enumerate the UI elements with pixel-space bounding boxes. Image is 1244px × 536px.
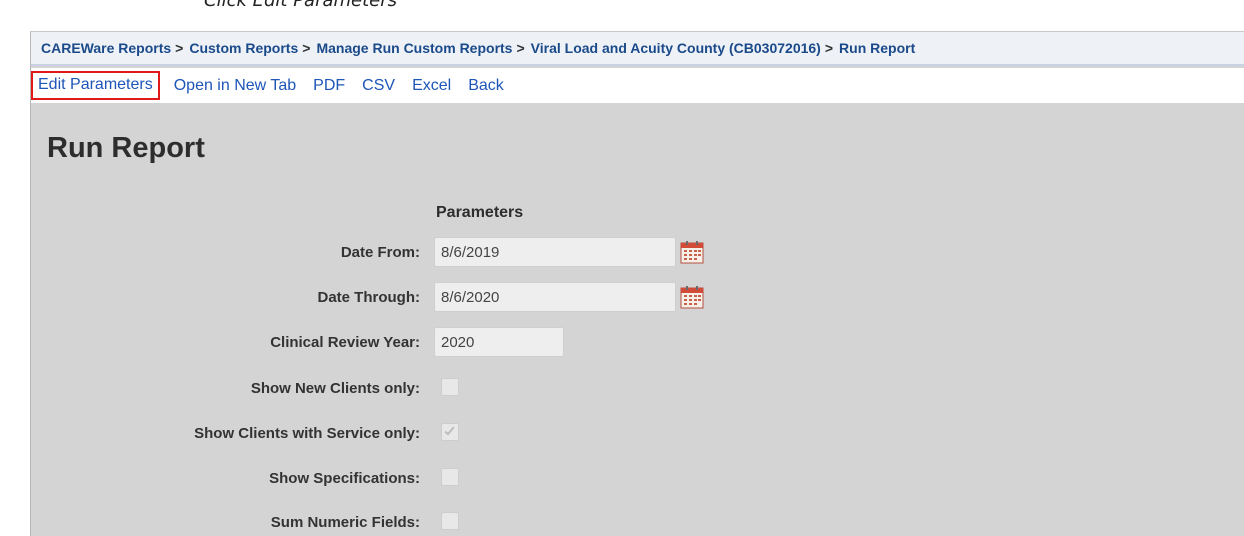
param-row-date-through: Date Through: <box>31 282 751 312</box>
parameters-heading: Parameters <box>436 204 524 221</box>
breadcrumb-careware-reports[interactable]: CAREWare Reports <box>41 40 171 56</box>
show-clients-with-service-label: Show Clients with Service only: <box>194 425 420 442</box>
date-through-label: Date Through: <box>317 289 421 306</box>
show-new-clients-checkbox[interactable] <box>441 378 459 396</box>
csv-link[interactable]: CSV <box>362 77 395 95</box>
excel-link[interactable]: Excel <box>412 77 451 95</box>
date-from-label: Date From: <box>340 244 420 261</box>
open-in-new-tab-link[interactable]: Open in New Tab <box>174 77 296 95</box>
clinical-review-year-label: Clinical Review Year: <box>270 334 420 351</box>
report-toolbar: Edit Parameters Open in New Tab PDF CSV … <box>31 68 1244 103</box>
show-new-clients-label: Show New Clients only: <box>250 380 420 397</box>
calendar-icon[interactable] <box>680 240 704 264</box>
sum-numeric-fields-label: Sum Numeric Fields: <box>270 514 420 531</box>
sum-numeric-fields-checkbox[interactable] <box>441 512 459 530</box>
calendar-icon[interactable] <box>680 285 704 309</box>
page-title: Run Report <box>47 132 205 164</box>
param-row-clinical-review-year: Clinical Review Year: <box>31 327 751 357</box>
report-window: CAREWare Reports > Custom Reports > Mana… <box>30 31 1244 536</box>
param-row-show-clients-with-service: Show Clients with Service only: <box>31 418 751 448</box>
clinical-review-year-field[interactable] <box>434 327 564 357</box>
param-row-sum-numeric-fields: Sum Numeric Fields: <box>31 507 751 536</box>
breadcrumb-manage-run-custom-reports[interactable]: Manage Run Custom Reports <box>316 40 512 56</box>
breadcrumb-separator: > <box>516 40 525 56</box>
checkmark-icon <box>444 424 455 436</box>
date-from-field[interactable] <box>434 237 676 267</box>
breadcrumb-separator: > <box>175 40 184 56</box>
breadcrumb-custom-reports[interactable]: Custom Reports <box>189 40 298 56</box>
breadcrumb-separator: > <box>824 40 834 56</box>
breadcrumb: CAREWare Reports > Custom Reports > Mana… <box>31 32 1244 66</box>
param-row-date-from: Date From: <box>31 237 751 267</box>
show-specifications-checkbox[interactable] <box>441 468 459 486</box>
breadcrumb-run-report[interactable]: Run Report <box>839 40 915 56</box>
edit-parameters-link[interactable]: Edit Parameters <box>31 71 160 100</box>
breadcrumb-report-name[interactable]: Viral Load and Acuity County (CB03072016… <box>531 40 821 56</box>
date-through-field[interactable] <box>434 282 676 312</box>
show-specifications-label: Show Specifications: <box>269 470 420 487</box>
param-row-show-new-clients: Show New Clients only: <box>31 373 751 403</box>
pdf-link[interactable]: PDF <box>313 77 345 95</box>
breadcrumb-separator: > <box>302 40 311 56</box>
back-link[interactable]: Back <box>468 77 504 95</box>
instruction-caption: Click Edit Parameters <box>204 0 398 11</box>
param-row-show-specifications: Show Specifications: <box>31 463 751 493</box>
show-clients-with-service-checkbox[interactable] <box>441 423 459 441</box>
